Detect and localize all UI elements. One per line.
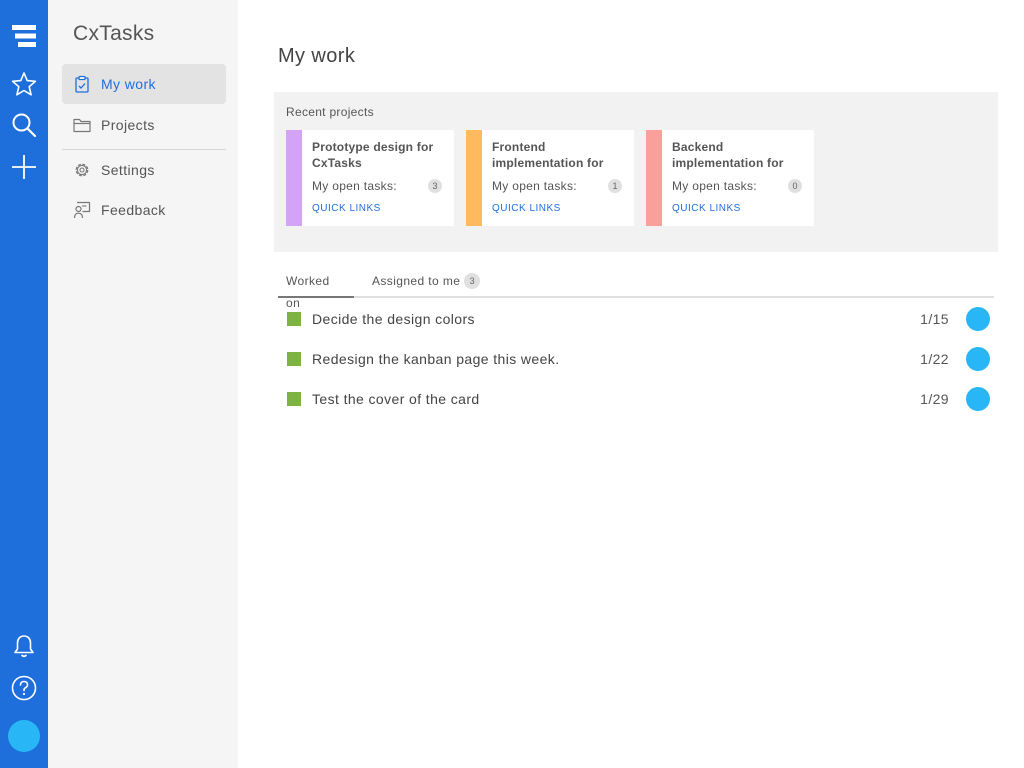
task-date: 1/15 xyxy=(920,311,949,327)
recent-projects-panel: Recent projects Prototype design for CxT… xyxy=(274,92,998,252)
search-icon[interactable] xyxy=(0,105,48,145)
task-status-square xyxy=(287,312,301,326)
quick-links[interactable]: QUICK LINKS xyxy=(672,203,741,214)
open-tasks-count: 3 xyxy=(428,179,442,193)
task-tabs: Worked on Assigned to me 3 xyxy=(278,270,994,310)
app-title: CxTasks xyxy=(73,22,155,45)
project-name: Backend implementation for xyxy=(672,140,784,170)
tab-label: Assigned to me xyxy=(372,274,461,288)
open-tasks-count: 1 xyxy=(608,179,622,193)
nav-item-label: Feedback xyxy=(101,202,166,218)
task-title: Test the cover of the card xyxy=(312,391,480,407)
assigned-count-badge: 3 xyxy=(464,273,481,289)
feedback-icon xyxy=(72,200,92,220)
tab-assigned-to-me[interactable]: Assigned to me 3 xyxy=(372,270,481,298)
project-color-stripe xyxy=(646,130,662,226)
assignee-avatar[interactable] xyxy=(966,307,990,331)
project-name: Prototype design for CxTasks xyxy=(312,140,434,170)
menu-icon[interactable] xyxy=(0,16,48,56)
star-icon[interactable] xyxy=(0,64,48,104)
task-row[interactable]: Decide the design colors 1/15 xyxy=(278,299,994,339)
project-name: Frontend implementation for xyxy=(492,140,604,170)
task-row[interactable]: Test the cover of the card 1/29 xyxy=(278,379,994,419)
open-tasks-label: My open tasks: xyxy=(312,179,397,193)
task-date: 1/29 xyxy=(920,391,949,407)
quick-links[interactable]: QUICK LINKS xyxy=(312,203,381,214)
project-color-stripe xyxy=(466,130,482,226)
task-status-square xyxy=(287,392,301,406)
nav-item-settings[interactable]: Settings xyxy=(62,150,226,190)
page-title: My work xyxy=(278,45,356,67)
plus-icon[interactable] xyxy=(0,147,48,187)
project-card[interactable]: Backend implementation for My open tasks… xyxy=(646,130,814,226)
recent-projects-label: Recent projects xyxy=(286,105,374,119)
gear-icon xyxy=(72,160,92,180)
nav-item-my-work[interactable]: My work xyxy=(62,64,226,104)
project-card[interactable]: Prototype design for CxTasks My open tas… xyxy=(286,130,454,226)
task-date: 1/22 xyxy=(920,351,949,367)
task-status-square xyxy=(287,352,301,366)
nav-item-label: My work xyxy=(101,76,156,92)
app-rail xyxy=(0,0,48,768)
open-tasks-count: 0 xyxy=(788,179,802,193)
folder-icon xyxy=(72,115,92,135)
open-tasks-label: My open tasks: xyxy=(672,179,757,193)
quick-links[interactable]: QUICK LINKS xyxy=(492,203,561,214)
nav-item-feedback[interactable]: Feedback xyxy=(62,190,226,230)
tab-worked-on[interactable]: Worked on xyxy=(278,270,354,310)
nav-item-projects[interactable]: Projects xyxy=(62,105,226,145)
assignee-avatar[interactable] xyxy=(966,347,990,371)
task-title: Decide the design colors xyxy=(312,311,475,327)
main-content: My work Recent projects Prototype design… xyxy=(238,0,1024,768)
clipboard-icon xyxy=(72,74,92,94)
assignee-avatar[interactable] xyxy=(966,387,990,411)
project-card[interactable]: Frontend implementation for My open task… xyxy=(466,130,634,226)
task-row[interactable]: Redesign the kanban page this week. 1/22 xyxy=(278,339,994,379)
task-title: Redesign the kanban page this week. xyxy=(312,351,560,367)
help-icon[interactable] xyxy=(0,668,48,708)
user-avatar[interactable] xyxy=(8,720,40,752)
nav-item-label: Settings xyxy=(101,162,155,178)
project-color-stripe xyxy=(286,130,302,226)
nav-panel: CxTasks My work Projects Settings Feedba… xyxy=(48,0,238,768)
open-tasks-label: My open tasks: xyxy=(492,179,577,193)
bell-icon[interactable] xyxy=(0,626,48,666)
nav-item-label: Projects xyxy=(101,117,155,133)
